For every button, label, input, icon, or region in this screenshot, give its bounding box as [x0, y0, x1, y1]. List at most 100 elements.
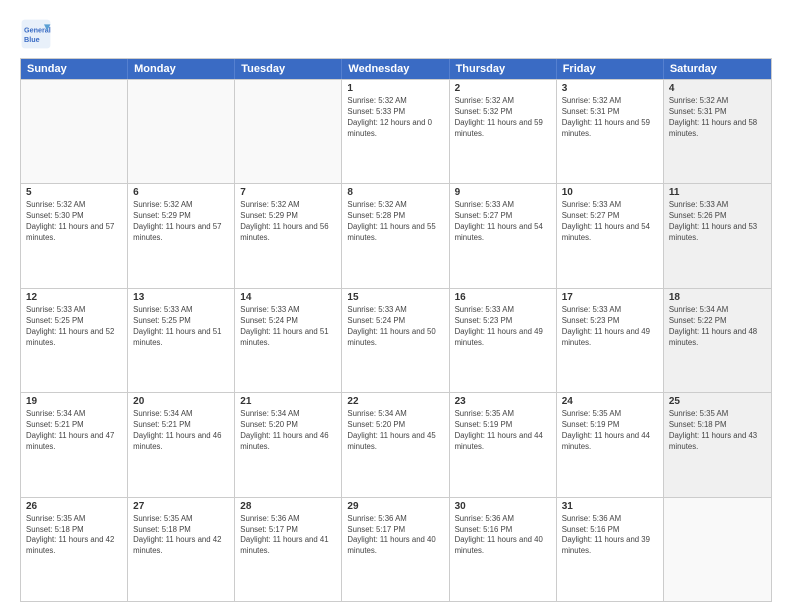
- day-info: Sunrise: 5:33 AMSunset: 5:27 PMDaylight:…: [562, 200, 658, 244]
- day-number: 22: [347, 396, 443, 407]
- day-of-week-header: Monday: [128, 59, 235, 79]
- day-info: Sunrise: 5:34 AMSunset: 5:21 PMDaylight:…: [133, 409, 229, 453]
- calendar-cell: 10 Sunrise: 5:33 AMSunset: 5:27 PMDayligh…: [557, 184, 664, 287]
- calendar-cell: 2Sunrise: 5:32 AMSunset: 5:32 PMDaylight…: [450, 80, 557, 183]
- day-info: Sunrise: 5:32 AMSunset: 5:31 PMDaylight:…: [669, 96, 766, 140]
- day-info: Sunrise: 5:33 AMSunset: 5:24 PMDaylight:…: [347, 305, 443, 349]
- day-of-week-header: Thursday: [450, 59, 557, 79]
- day-number: 16: [455, 292, 551, 303]
- calendar-cell: 30Sunrise: 5:36 AMSunset: 5:16 PMDayligh…: [450, 498, 557, 601]
- calendar-cell: 27Sunrise: 5:35 AMSunset: 5:18 PMDayligh…: [128, 498, 235, 601]
- day-number: 14: [240, 292, 336, 303]
- day-number: 18: [669, 292, 766, 303]
- day-number: 13: [133, 292, 229, 303]
- day-of-week-header: Friday: [557, 59, 664, 79]
- calendar-cell: 19 Sunrise: 5:34 AMSunset: 5:21 PMDayligh…: [21, 393, 128, 496]
- day-info: Sunrise: 5:36 AMSunset: 5:17 PMDaylight:…: [240, 514, 336, 558]
- calendar-cell: 6 Sunrise: 5:32 AMSunset: 5:29 PMDaylight…: [128, 184, 235, 287]
- day-number: 9: [455, 187, 551, 198]
- day-number: 23: [455, 396, 551, 407]
- calendar-cell: 3 Sunrise: 5:32 AMSunset: 5:31 PMDaylight…: [557, 80, 664, 183]
- day-info: Sunrise: 5:34 AMSunset: 5:22 PMDaylight:…: [669, 305, 766, 349]
- day-number: 20: [133, 396, 229, 407]
- day-info: Sunrise: 5:32 AMSunset: 5:32 PMDaylight:…: [455, 96, 551, 140]
- day-info: Sunrise: 5:32 AMSunset: 5:31 PMDaylight:…: [562, 96, 658, 140]
- calendar-cell: 14 Sunrise: 5:33 AMSunset: 5:24 PMDayligh…: [235, 289, 342, 392]
- day-of-week-header: Saturday: [664, 59, 771, 79]
- day-number: 31: [562, 501, 658, 512]
- day-info: Sunrise: 5:33 AMSunset: 5:25 PMDaylight:…: [133, 305, 229, 349]
- calendar-week-row: 5 Sunrise: 5:32 AMSunset: 5:30 PMDaylight…: [21, 183, 771, 287]
- day-number: 3: [562, 83, 658, 94]
- calendar-cell: 31 Sunrise: 5:36 AMSunset: 5:16 PMDayligh…: [557, 498, 664, 601]
- day-number: 24: [562, 396, 658, 407]
- calendar-week-row: 1Sunrise: 5:32 AMSunset: 5:33 PMDaylight…: [21, 79, 771, 183]
- calendar-cell: 8 Sunrise: 5:32 AMSunset: 5:28 PMDaylight…: [342, 184, 449, 287]
- day-info: Sunrise: 5:33 AMSunset: 5:24 PMDaylight:…: [240, 305, 336, 349]
- calendar-cell: 29 Sunrise: 5:36 AMSunset: 5:17 PMDayligh…: [342, 498, 449, 601]
- calendar: SundayMondayTuesdayWednesdayThursdayFrid…: [20, 58, 772, 602]
- day-number: 25: [669, 396, 766, 407]
- calendar-cell: 17 Sunrise: 5:33 AMSunset: 5:23 PMDayligh…: [557, 289, 664, 392]
- day-number: 10: [562, 187, 658, 198]
- day-number: 29: [347, 501, 443, 512]
- day-number: 17: [562, 292, 658, 303]
- day-info: Sunrise: 5:33 AMSunset: 5:25 PMDaylight:…: [26, 305, 122, 349]
- day-number: 30: [455, 501, 551, 512]
- day-of-week-header: Tuesday: [235, 59, 342, 79]
- day-number: 21: [240, 396, 336, 407]
- day-info: Sunrise: 5:32 AMSunset: 5:28 PMDaylight:…: [347, 200, 443, 244]
- day-info: Sunrise: 5:32 AMSunset: 5:30 PMDaylight:…: [26, 200, 122, 244]
- calendar-cell: 1Sunrise: 5:32 AMSunset: 5:33 PMDaylight…: [342, 80, 449, 183]
- day-number: 28: [240, 501, 336, 512]
- calendar-cell: 13 Sunrise: 5:33 AMSunset: 5:25 PMDayligh…: [128, 289, 235, 392]
- day-info: Sunrise: 5:35 AMSunset: 5:18 PMDaylight:…: [26, 514, 122, 558]
- day-info: Sunrise: 5:34 AMSunset: 5:21 PMDaylight:…: [26, 409, 122, 453]
- day-info: Sunrise: 5:34 AMSunset: 5:20 PMDaylight:…: [240, 409, 336, 453]
- day-info: Sunrise: 5:35 AMSunset: 5:19 PMDaylight:…: [455, 409, 551, 453]
- calendar-header: SundayMondayTuesdayWednesdayThursdayFrid…: [21, 59, 771, 79]
- header: General Blue: [20, 18, 772, 50]
- logo-icon: General Blue: [20, 18, 52, 50]
- day-info: Sunrise: 5:34 AMSunset: 5:20 PMDaylight:…: [347, 409, 443, 453]
- day-number: 8: [347, 187, 443, 198]
- calendar-cell: 25 Sunrise: 5:35 AMSunset: 5:18 PMDayligh…: [664, 393, 771, 496]
- calendar-cell: 23 Sunrise: 5:35 AMSunset: 5:19 PMDayligh…: [450, 393, 557, 496]
- day-info: Sunrise: 5:33 AMSunset: 5:23 PMDaylight:…: [562, 305, 658, 349]
- calendar-cell: 28 Sunrise: 5:36 AMSunset: 5:17 PMDayligh…: [235, 498, 342, 601]
- day-info: Sunrise: 5:32 AMSunset: 5:29 PMDaylight:…: [133, 200, 229, 244]
- day-number: 11: [669, 187, 766, 198]
- day-number: 19: [26, 396, 122, 407]
- day-number: 4: [669, 83, 766, 94]
- day-info: Sunrise: 5:35 AMSunset: 5:18 PMDaylight:…: [669, 409, 766, 453]
- calendar-cell: 20 Sunrise: 5:34 AMSunset: 5:21 PMDayligh…: [128, 393, 235, 496]
- calendar-cell: 5 Sunrise: 5:32 AMSunset: 5:30 PMDaylight…: [21, 184, 128, 287]
- calendar-cell: 21 Sunrise: 5:34 AMSunset: 5:20 PMDayligh…: [235, 393, 342, 496]
- logo: General Blue: [20, 18, 56, 50]
- calendar-cell: 4 Sunrise: 5:32 AMSunset: 5:31 PMDaylight…: [664, 80, 771, 183]
- day-info: Sunrise: 5:33 AMSunset: 5:23 PMDaylight:…: [455, 305, 551, 349]
- day-number: 15: [347, 292, 443, 303]
- day-info: Sunrise: 5:35 AMSunset: 5:19 PMDaylight:…: [562, 409, 658, 453]
- day-info: Sunrise: 5:36 AMSunset: 5:16 PMDaylight:…: [562, 514, 658, 558]
- calendar-cell: [128, 80, 235, 183]
- calendar-cell: 7Sunrise: 5:32 AMSunset: 5:29 PMDaylight…: [235, 184, 342, 287]
- day-number: 6: [133, 187, 229, 198]
- calendar-cell: 11Sunrise: 5:33 AMSunset: 5:26 PMDayligh…: [664, 184, 771, 287]
- day-info: Sunrise: 5:36 AMSunset: 5:17 PMDaylight:…: [347, 514, 443, 558]
- calendar-week-row: 12Sunrise: 5:33 AMSunset: 5:25 PMDayligh…: [21, 288, 771, 392]
- calendar-cell: 15 Sunrise: 5:33 AMSunset: 5:24 PMDayligh…: [342, 289, 449, 392]
- day-info: Sunrise: 5:33 AMSunset: 5:27 PMDaylight:…: [455, 200, 551, 244]
- day-of-week-header: Wednesday: [342, 59, 449, 79]
- calendar-cell: 22 Sunrise: 5:34 AMSunset: 5:20 PMDayligh…: [342, 393, 449, 496]
- calendar-cell: [664, 498, 771, 601]
- day-number: 1: [347, 83, 443, 94]
- calendar-cell: 12Sunrise: 5:33 AMSunset: 5:25 PMDayligh…: [21, 289, 128, 392]
- day-number: 5: [26, 187, 122, 198]
- day-number: 26: [26, 501, 122, 512]
- day-number: 27: [133, 501, 229, 512]
- calendar-cell: 16 Sunrise: 5:33 AMSunset: 5:23 PMDayligh…: [450, 289, 557, 392]
- calendar-week-row: 19 Sunrise: 5:34 AMSunset: 5:21 PMDayligh…: [21, 392, 771, 496]
- svg-text:Blue: Blue: [24, 35, 40, 44]
- calendar-cell: [21, 80, 128, 183]
